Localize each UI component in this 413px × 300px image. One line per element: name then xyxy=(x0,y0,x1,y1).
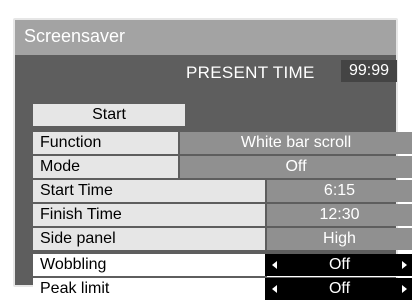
start-time-row[interactable]: Start Time 6:15 xyxy=(33,180,412,202)
present-time-label: PRESENT TIME xyxy=(186,63,315,82)
wobbling-label: Wobbling xyxy=(33,254,265,276)
arrow-right-icon[interactable] xyxy=(402,261,407,269)
side-panel-label: Side panel xyxy=(33,228,265,250)
function-row[interactable]: Function White bar scroll xyxy=(33,132,412,154)
mode-label: Mode xyxy=(33,156,178,178)
side-panel-value[interactable]: High xyxy=(267,228,412,250)
wobbling-value-selector[interactable]: Off xyxy=(267,254,412,277)
function-value[interactable]: White bar scroll xyxy=(180,132,412,154)
arrow-right-icon[interactable] xyxy=(402,285,407,293)
peak-limit-value-selector[interactable]: Off xyxy=(267,278,412,300)
peak-limit-label: Peak limit xyxy=(33,278,265,300)
arrow-left-icon[interactable] xyxy=(272,261,277,269)
peak-limit-row[interactable]: Peak limit Off xyxy=(33,278,412,300)
selection-underline xyxy=(267,276,412,277)
start-time-value[interactable]: 6:15 xyxy=(267,180,412,202)
mode-value[interactable]: Off xyxy=(180,156,412,178)
finish-time-row[interactable]: Finish Time 12:30 xyxy=(33,204,412,226)
present-time-value: 99:99 xyxy=(341,60,397,82)
mode-row[interactable]: Mode Off xyxy=(33,156,412,178)
arrow-left-icon[interactable] xyxy=(272,285,277,293)
start-time-label: Start Time xyxy=(33,180,265,202)
finish-time-value[interactable]: 12:30 xyxy=(267,204,412,226)
side-panel-row[interactable]: Side panel High xyxy=(33,228,412,250)
screensaver-menu: Screensaver PRESENT TIME 99:99 Start Fun… xyxy=(13,18,412,300)
wobbling-value: Off xyxy=(328,256,351,273)
menu-title: Screensaver xyxy=(24,26,126,46)
start-button[interactable]: Start xyxy=(33,104,185,126)
finish-time-label: Finish Time xyxy=(33,204,265,226)
wobbling-row[interactable]: Wobbling Off xyxy=(33,254,412,277)
peak-limit-value: Off xyxy=(328,280,351,297)
title-bar: Screensaver xyxy=(15,20,396,55)
function-label: Function xyxy=(33,132,178,154)
